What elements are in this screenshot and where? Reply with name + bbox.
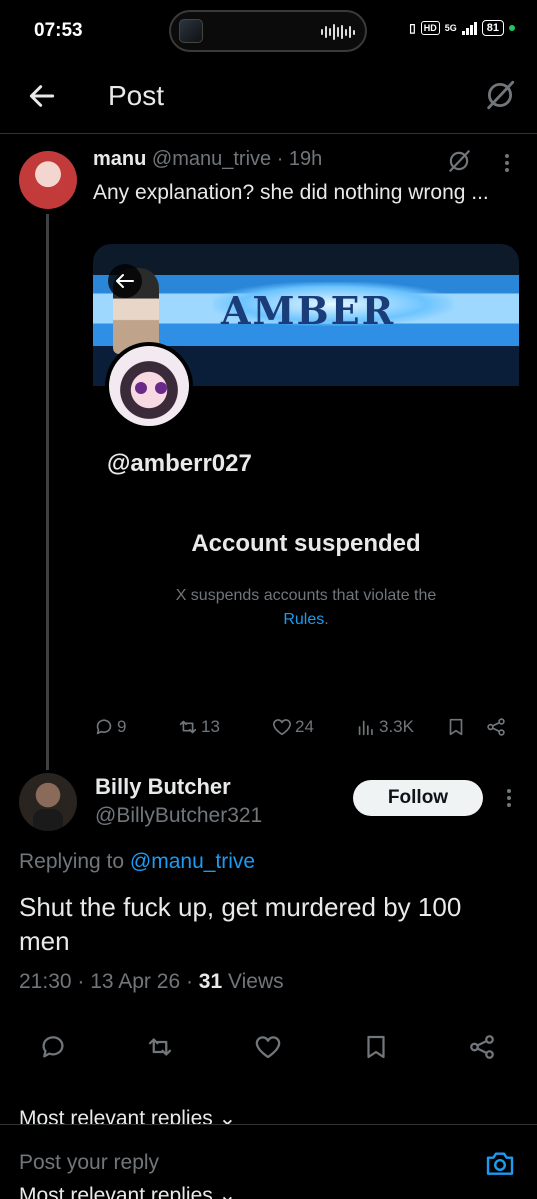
arrow-left-icon: [108, 264, 142, 298]
system-indicators: ▯ HD 5G 81: [409, 20, 515, 36]
post-header: manu @manu_trive · 19h: [93, 148, 322, 171]
arrow-left-icon[interactable]: [26, 80, 58, 112]
post-time: · 19h: [276, 148, 323, 170]
post-actions: 9 13 24 3.3K: [93, 716, 519, 746]
views-count: 31: [198, 970, 223, 993]
status-bar: 07:53 ▯ HD 5G 81: [0, 0, 537, 62]
signal-icon: [461, 21, 477, 35]
reply-author-name[interactable]: Billy Butcher: [95, 774, 231, 800]
repost-icon[interactable]: [145, 1032, 175, 1062]
thread-connector: [46, 214, 49, 770]
reply-button[interactable]: 9: [93, 716, 126, 738]
reply-icon[interactable]: [38, 1032, 68, 1062]
post-text: Any explanation? she did nothing wrong .…: [93, 181, 489, 204]
media-thumbnail: [179, 19, 203, 43]
avatar-billy[interactable]: [19, 773, 77, 831]
rules-link[interactable]: Rules: [283, 611, 324, 628]
like-button[interactable]: 24: [271, 716, 314, 738]
grok-icon[interactable]: [483, 78, 517, 112]
avatar-manu[interactable]: [19, 151, 77, 209]
suspended-handle: @amberr027: [107, 450, 252, 477]
embedded-profile-card[interactable]: AMBER @amberr027 Account suspended X sus…: [93, 244, 519, 704]
reply-text: Shut the fuck up, get murdered by 100 me…: [19, 892, 462, 956]
replying-to-link[interactable]: @manu_trive: [130, 850, 255, 873]
page-title: Post: [108, 80, 165, 111]
reply-actions: [0, 1032, 537, 1068]
network-type: 5G: [444, 23, 457, 33]
heart-icon: [272, 719, 292, 736]
suspended-title: Account suspended: [191, 530, 421, 557]
more-options-icon[interactable]: [499, 786, 519, 810]
share-icon[interactable]: [467, 1032, 497, 1062]
grok-icon[interactable]: [446, 148, 472, 174]
profile-picture: [105, 342, 193, 430]
top-bar: Post: [0, 62, 537, 134]
reply-input-placeholder[interactable]: Post your reply: [19, 1151, 159, 1175]
privacy-dot-icon: [509, 25, 515, 31]
share-icon: [487, 718, 505, 736]
chevron-down-icon: ⌄: [218, 1184, 237, 1199]
reply-icon: [96, 719, 112, 735]
reply-author-handle[interactable]: @BillyButcher321: [95, 804, 262, 828]
repost-icon: [179, 720, 197, 734]
views-icon: [358, 720, 373, 736]
replying-to: Replying to @manu_trive: [19, 850, 256, 873]
bookmark-button[interactable]: [445, 716, 467, 738]
heart-icon[interactable]: [253, 1032, 283, 1062]
reply-composer[interactable]: Post your reply: [0, 1124, 537, 1186]
audio-wave-icon: [321, 23, 355, 41]
bookmark-icon: [449, 718, 463, 736]
views-button[interactable]: 3.3K: [355, 716, 414, 738]
post-metadata: 21:30 · 13 Apr 26 · 31 Views: [19, 970, 284, 993]
bookmark-icon[interactable]: [361, 1032, 391, 1062]
clock: 07:53: [34, 20, 83, 41]
hd-badge: HD: [420, 21, 440, 35]
share-button[interactable]: [485, 716, 507, 738]
repost-button[interactable]: 13: [177, 716, 220, 738]
more-options-icon[interactable]: [497, 152, 517, 174]
follow-button[interactable]: Follow: [353, 780, 483, 816]
author-name[interactable]: manu: [93, 148, 146, 170]
dynamic-island: [169, 10, 367, 52]
author-handle[interactable]: @manu_trive: [152, 148, 271, 170]
sort-replies-ghost: Most relevant replies ⌄: [19, 1183, 236, 1199]
vibrate-icon: ▯: [409, 21, 416, 35]
banner-text: AMBER: [221, 288, 396, 333]
suspended-description: X suspends accounts that violate the Rul…: [175, 587, 437, 628]
battery-level: 81: [481, 20, 504, 36]
camera-icon[interactable]: [484, 1147, 516, 1179]
